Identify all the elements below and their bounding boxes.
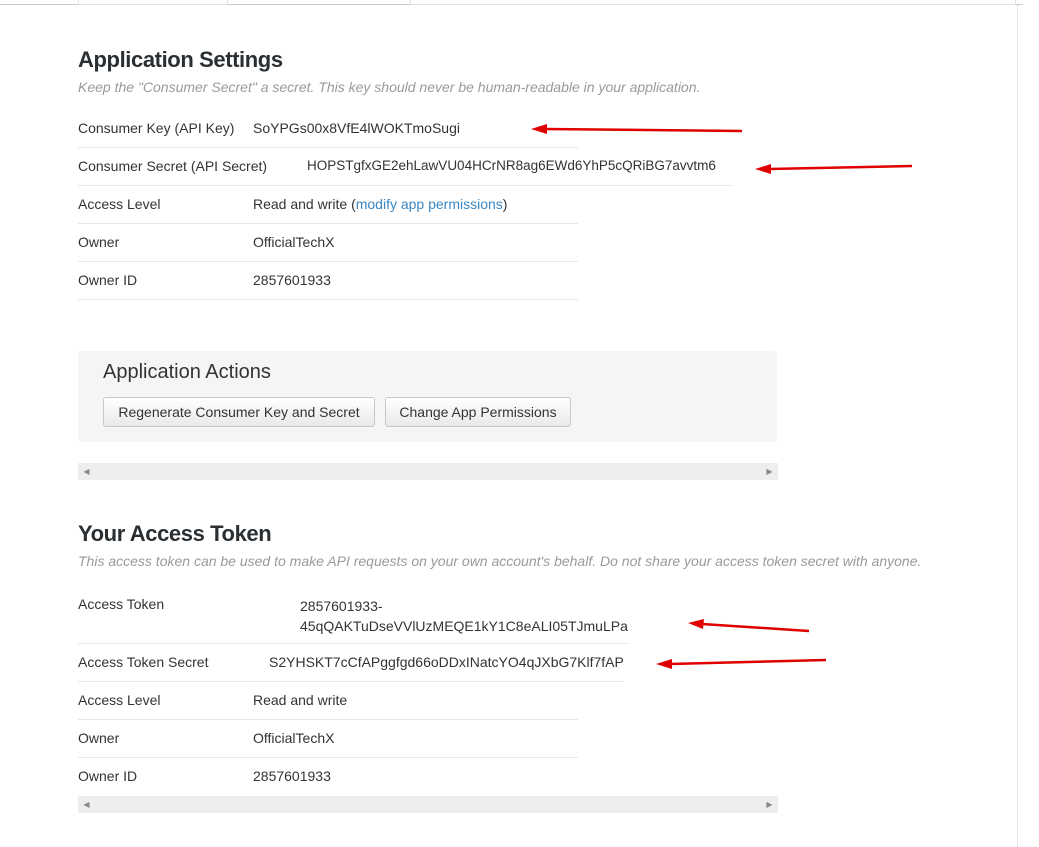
red-arrow-icon xyxy=(656,658,827,669)
annotation-overlay xyxy=(531,124,913,669)
red-arrow-icon xyxy=(688,619,810,633)
red-arrow-icon xyxy=(755,164,913,174)
red-arrow-icon xyxy=(531,124,743,134)
